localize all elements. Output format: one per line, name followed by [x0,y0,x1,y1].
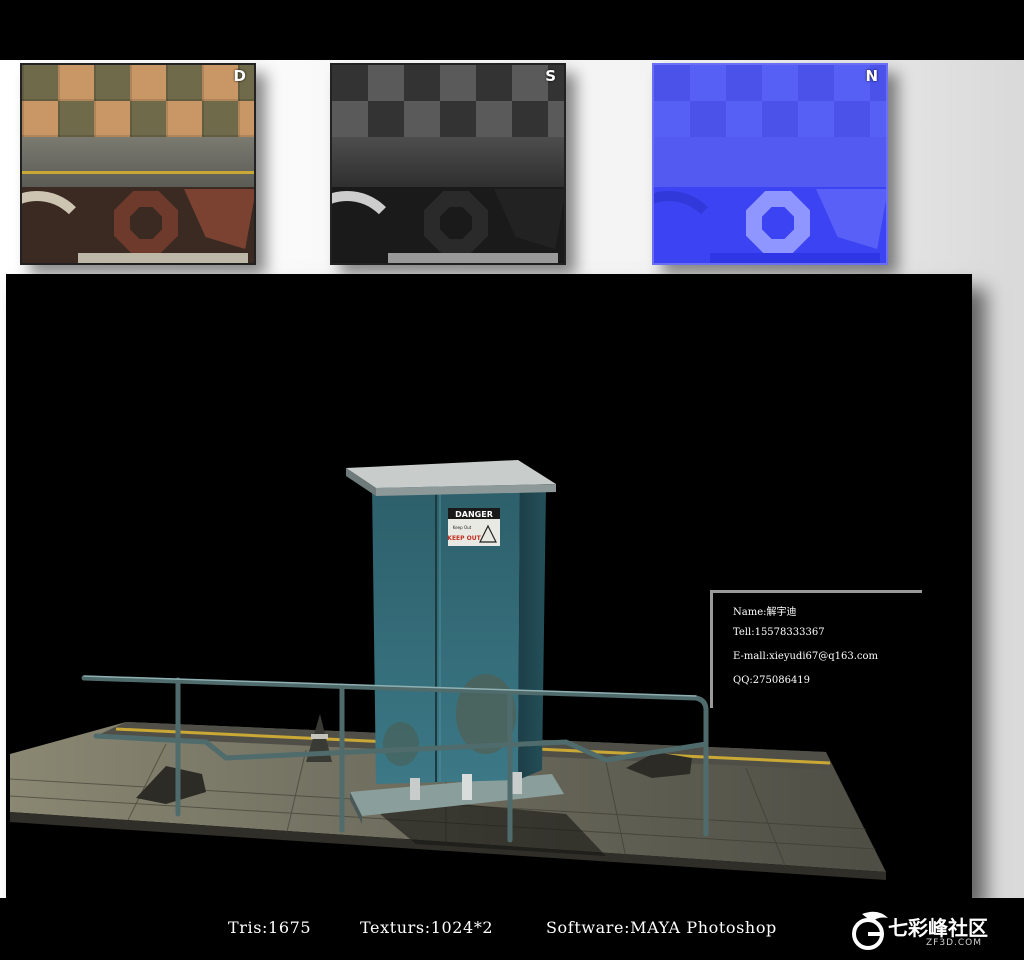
author-name: Name:解宇迪 [733,607,797,618]
rust-stain [456,674,516,754]
stat-tris: Tris:1675 [228,918,312,937]
logo-icon [852,911,888,950]
texture-strip-shape [78,253,248,263]
logo-text-en: ZF3D.COM [926,938,982,948]
texture-label: N [865,67,878,85]
render-viewport: DANGER Keep Out KEEP OUT [6,274,972,898]
electrical-box-side [518,482,546,780]
logo-text-cn: 七彩峰社区 [888,916,988,940]
texture-octagon-shape [424,191,488,255]
texture-label: S [545,67,556,85]
author-email: E-mall:xieyudi67@q163.com [733,651,879,662]
texture-road-region [654,137,886,187]
texture-octagon-shape [114,191,178,255]
author-info-panel: Name:解宇迪 Tell:15578333367 E-mall:xieyudi… [710,590,922,708]
box-foot [512,772,522,794]
stat-textures: Texturs:1024*2 [360,918,494,937]
danger-sign-small-text: Keep Out [453,525,472,530]
danger-sign-action: KEEP OUT [447,535,481,542]
danger-sign-title: DANGER [455,510,493,519]
author-qq: QQ:275086419 [733,675,811,686]
top-black-bar [0,0,1024,60]
stat-software: Software:MAYA Photoshop [546,918,777,937]
normal-texture-thumbnail: N [652,63,888,265]
texture-tile-region [22,65,254,137]
texture-road-region [22,137,254,187]
texture-strip-shape [710,253,880,263]
site-logo: 七彩峰社区 ZF3D.COM [848,904,1018,956]
electrical-box-roof [346,460,556,488]
texture-road-region [332,137,564,187]
texture-label: D [233,67,246,85]
texture-strip-shape [388,253,558,263]
author-tel: Tell:15578333367 [733,627,825,638]
box-foot [410,778,420,800]
texture-tile-region [654,65,886,137]
diffuse-texture-thumbnail: D [20,63,256,265]
texture-tile-region [332,65,564,137]
render-scene: DANGER Keep Out KEEP OUT [9,460,886,880]
specular-texture-thumbnail: S [330,63,566,265]
box-foot [462,774,472,800]
traffic-cone-band [311,734,328,739]
rust-stain [383,722,419,766]
